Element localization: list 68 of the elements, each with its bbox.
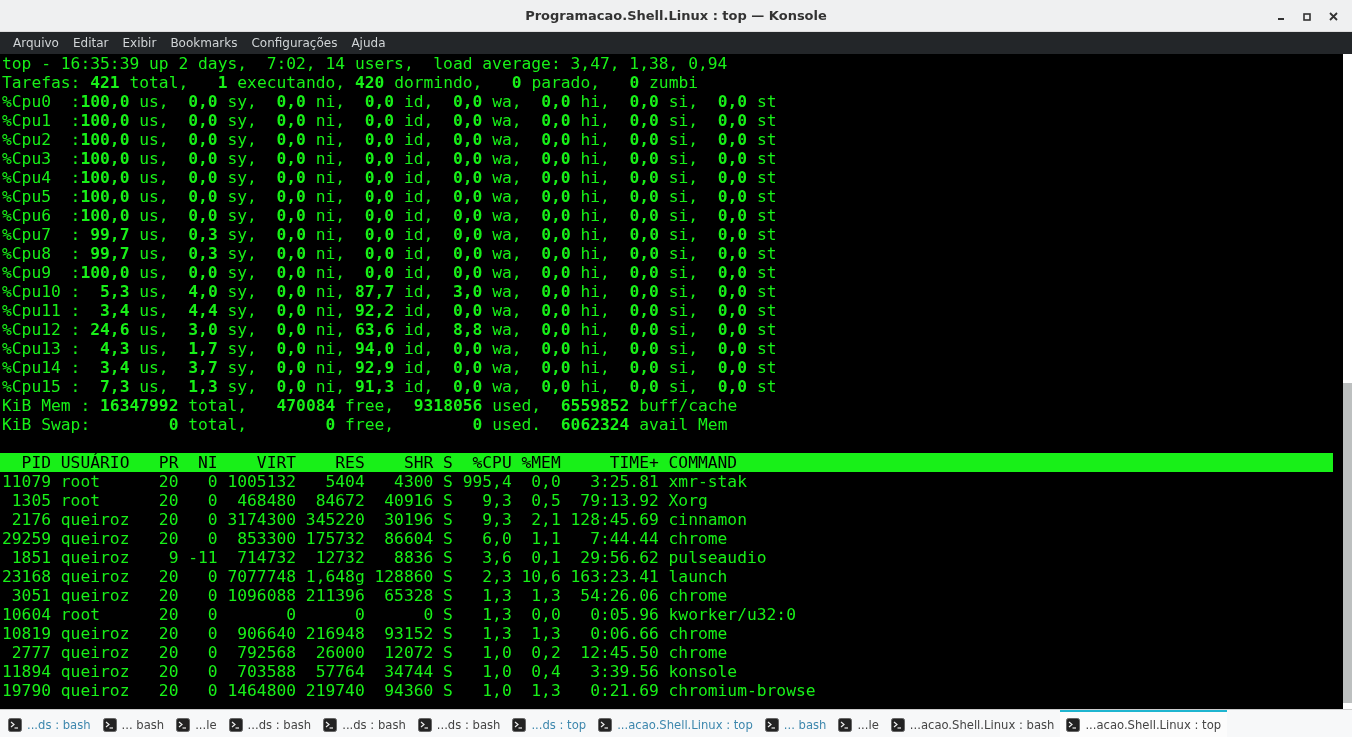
process-row-text: 2777 queiroz 20 0 792568 26000 12072 S 1,0 0,2 12:45.50 chrome <box>10 643 729 662</box>
terminal-line: %Cpu7 : 99,7 us, 0,3 sy, 0,0 ni, 0,0 id, 0,0 wa, 0,0 hi, 0,0 si, 0,0 st <box>1 225 778 244</box>
terminal-line: %Cpu6 :100,0 us, 0,0 sy, 0,0 ni, 0,0 id, 0,0 wa, 0,0 hi, 0,0 si, 0,0 st <box>1 206 778 225</box>
terminal-tab[interactable]: ...ds : bash <box>317 710 412 737</box>
terminal-line: %Cpu8 : 99,7 us, 0,3 sy, 0,0 ni, 0,0 id, 0,0 wa, 0,0 hi, 0,0 si, 0,0 st <box>1 244 778 263</box>
menu-item[interactable]: Arquivo <box>6 36 66 50</box>
terminal-icon <box>176 717 191 732</box>
terminal-tab[interactable]: ...acao.Shell.Linux : top <box>592 710 759 737</box>
window-title: Programacao.Shell.Linux : top — Konsole <box>525 8 827 23</box>
terminal-tab[interactable]: ...ds : bash <box>222 710 318 737</box>
close-icon[interactable] <box>1329 12 1338 21</box>
terminal-line: Tarefas: 421 total, 1 executando, 420 dormindo, 0 parado, 0 zumbi <box>1 73 700 92</box>
terminal-line: %Cpu9 :100,0 us, 0,0 sy, 0,0 ni, 0,0 id, 0,0 wa, 0,0 hi, 0,0 si, 0,0 st <box>1 263 778 282</box>
terminal-line: %Cpu3 :100,0 us, 0,0 sy, 0,0 ni, 0,0 id, 0,0 wa, 0,0 hi, 0,0 si, 0,0 st <box>1 149 778 168</box>
process-row-text: 1851 queiroz 9 -11 714732 12732 8836 S 3,6 0,1 29:56.62 pulseaudio <box>10 548 768 567</box>
process-row-text: 10604 root 20 0 0 0 0 S 1,3 0,0 0:05.96 kworker/u32:0 <box>1 605 797 624</box>
process-row-text: 11079 root 20 0 1005132 5404 4300 S 995,4 0,0 3:25.81 xmr-stak <box>1 472 748 491</box>
terminal-icon <box>323 717 338 732</box>
terminal-line: %Cpu12 : 24,6 us, 3,0 sy, 0,0 ni, 63,6 id, 8,8 wa, 0,0 hi, 0,0 si, 0,0 st <box>1 320 778 339</box>
terminal-line: %Cpu14 : 3,4 us, 3,7 sy, 0,0 ni, 92,9 id, 0,0 wa, 0,0 hi, 0,0 si, 0,0 st <box>1 358 778 377</box>
process-row-text: 10819 queiroz 20 0 906640 216948 93152 S 1,3 1,3 0:06.66 chrome <box>1 624 729 643</box>
menu-item[interactable]: Editar <box>65 36 116 50</box>
terminal-icon <box>417 717 432 732</box>
terminal-tab[interactable]: ...acao.Shell.Linux : bash <box>884 710 1061 737</box>
terminal-icon <box>512 717 527 732</box>
scrollbar-thumb[interactable] <box>1343 383 1352 703</box>
scrollbar[interactable] <box>1343 54 1352 709</box>
process-row-text: 1305 root 20 0 468480 84672 40916 S 9,3 0,5 79:13.92 Xorg <box>10 491 709 510</box>
terminal-line: %Cpu13 : 4,3 us, 1,7 sy, 0,0 ni, 94,0 id, 0,0 wa, 0,0 hi, 0,0 si, 0,0 st <box>1 339 778 358</box>
terminal-tab[interactable]: ... bash <box>96 710 171 737</box>
terminal-line: %Cpu5 :100,0 us, 0,0 sy, 0,0 ni, 0,0 id, 0,0 wa, 0,0 hi, 0,0 si, 0,0 st <box>1 187 778 206</box>
maximize-icon[interactable] <box>1303 12 1311 21</box>
terminal-line: %Cpu15 : 7,3 us, 1,3 sy, 0,0 ni, 91,3 id, 0,0 wa, 0,0 hi, 0,0 si, 0,0 st <box>1 377 778 396</box>
process-row-text: 11894 queiroz 20 0 703588 57764 34744 S 1,0 0,4 3:39.56 konsole <box>1 662 739 681</box>
terminal-line: %Cpu1 :100,0 us, 0,0 sy, 0,0 ni, 0,0 id, 0,0 wa, 0,0 hi, 0,0 si, 0,0 st <box>1 111 778 130</box>
terminal-line: top - 16:35:39 up 2 days, 7:02, 14 users, load average: 3,47, 1,38, 0,94 <box>1 54 729 73</box>
terminal-tab[interactable]: ...acao.Shell.Linux : top <box>1060 710 1228 737</box>
terminal-tab[interactable]: ...ds : bash <box>2 710 97 737</box>
process-row-text: 3051 queiroz 20 0 1096088 211396 65328 S 1,3 1,3 54:26.06 chrome <box>10 586 729 605</box>
terminal-icon <box>598 717 613 732</box>
terminal-icon <box>102 717 117 732</box>
terminal-icon <box>8 717 22 732</box>
menu-item[interactable]: Bookmarks <box>163 36 245 50</box>
terminal-icon <box>764 717 779 732</box>
terminal-line: %Cpu0 :100,0 us, 0,0 sy, 0,0 ni, 0,0 id, 0,0 wa, 0,0 hi, 0,0 si, 0,0 st <box>1 92 778 111</box>
terminal-line: %Cpu2 :100,0 us, 0,0 sy, 0,0 ni, 0,0 id, 0,0 wa, 0,0 hi, 0,0 si, 0,0 st <box>1 130 778 149</box>
terminal-tab[interactable]: ... bash <box>758 710 833 737</box>
terminal-icon <box>1066 717 1081 732</box>
terminal-icon <box>838 717 853 732</box>
terminal-tab[interactable]: ...ds : top <box>506 710 593 737</box>
terminal-line: KiB Swap: 0 total, 0 free, 0 used. 6062324 avail Mem <box>1 415 729 434</box>
process-row-text: 23168 queiroz 20 0 7077748 1,648g 128860 S 2,3 10,6 163:23.41 launch <box>1 567 729 586</box>
menu-item[interactable]: Ajuda <box>344 36 393 50</box>
process-row-text: 29259 queiroz 20 0 853300 175732 86604 S 6,0 1,1 7:44.44 chrome <box>1 529 729 548</box>
terminal-icon <box>228 717 243 732</box>
terminal-line: %Cpu4 :100,0 us, 0,0 sy, 0,0 ni, 0,0 id, 0,0 wa, 0,0 hi, 0,0 si, 0,0 st <box>1 168 778 187</box>
terminal-line: KiB Mem : 16347992 total, 470084 free, 9318056 used, 6559852 buff/cache <box>1 396 739 415</box>
terminal-line: %Cpu11 : 3,4 us, 4,4 sy, 0,0 ni, 92,2 id, 0,0 wa, 0,0 hi, 0,0 si, 0,0 st <box>1 301 778 320</box>
menu-item[interactable]: Configurações <box>244 36 345 50</box>
terminal-line: %Cpu10 : 5,3 us, 4,0 sy, 0,0 ni, 87,7 id, 3,0 wa, 0,0 hi, 0,0 si, 0,0 st <box>1 282 778 301</box>
terminal-tab[interactable]: ...le <box>832 710 885 737</box>
terminal-tab[interactable]: ...le <box>170 710 223 737</box>
menu-item[interactable]: Exibir <box>115 36 164 50</box>
terminal-tab[interactable]: ...ds : bash <box>411 710 507 737</box>
process-row-text: 19790 queiroz 20 0 1464800 219740 94360 S 1,0 1,3 0:21.69 chromium-browse <box>1 681 817 700</box>
process-table-header: PID USUÁRIO PR NI VIRT RES SHR S %CPU %MEM TIME+ COMMAND <box>0 453 1333 472</box>
process-row-text: 2176 queiroz 20 0 3174300 345220 30196 S 9,3 2,1 128:45.69 cinnamon <box>10 510 748 529</box>
terminal-icon <box>890 717 905 732</box>
